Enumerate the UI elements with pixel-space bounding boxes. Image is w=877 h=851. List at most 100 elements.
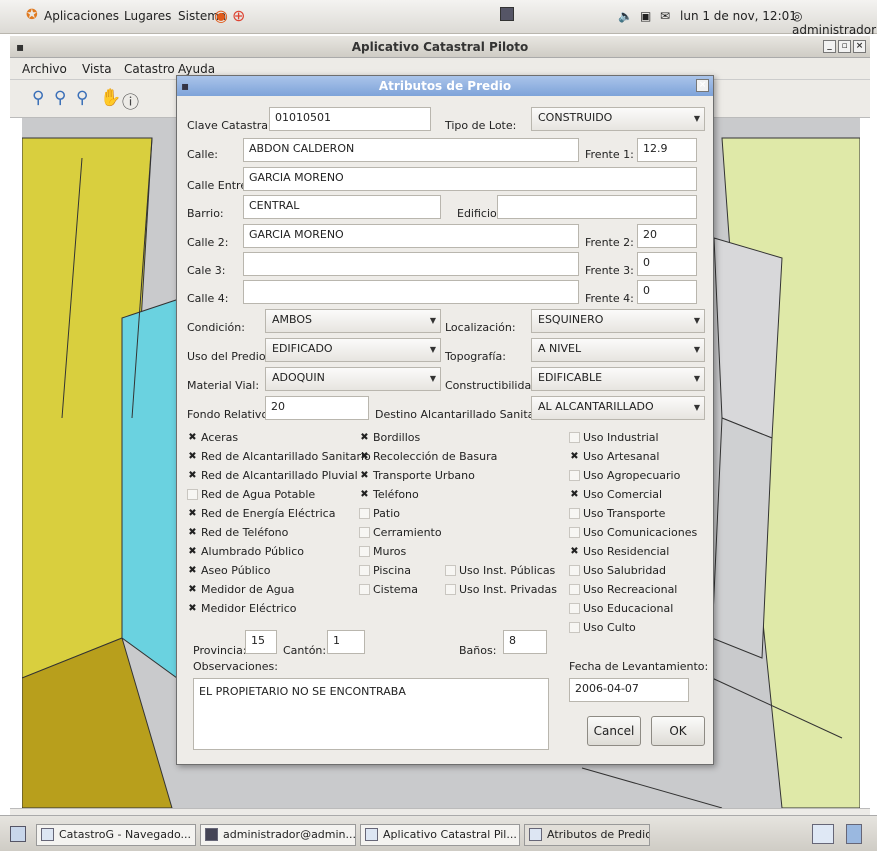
frente4-input[interactable]: 0 <box>637 280 697 304</box>
menu-ayuda[interactable]: Ayuda <box>178 62 215 76</box>
checkbox-uso-educacional[interactable]: Uso Educacional <box>569 601 673 617</box>
terminal-icon[interactable] <box>500 7 514 21</box>
frente1-input[interactable]: 12.9 <box>637 138 697 162</box>
menu-lugares[interactable]: Lugares <box>124 9 171 23</box>
fondo-relativo-input[interactable]: 20 <box>265 396 369 420</box>
provincia-input[interactable]: 15 <box>245 630 277 654</box>
checkbox-red-de-alcantarillado-sanitario[interactable]: ✖ Red de Alcantarillado Sanitario <box>187 449 371 465</box>
banos-input[interactable]: 8 <box>503 630 547 654</box>
trash-icon[interactable] <box>846 824 862 844</box>
dialog-menu-icon[interactable]: ▪ <box>181 76 189 96</box>
task-terminal[interactable]: administrador@admin... <box>200 824 356 846</box>
frente3-input[interactable]: 0 <box>637 252 697 276</box>
checkbox-medidor-eléctrico[interactable]: ✖ Medidor Eléctrico <box>187 601 296 617</box>
checkbox-uso-recreacional[interactable]: Uso Recreacional <box>569 582 677 598</box>
firefox-icon[interactable]: ◉ <box>214 6 228 25</box>
menu-catastro[interactable]: Catastro <box>124 62 175 76</box>
window-menu-icon[interactable]: ▪ <box>16 36 24 58</box>
pan-icon[interactable]: ✋ <box>100 88 121 108</box>
cancel-button[interactable]: Cancel <box>587 716 641 746</box>
workspace-switcher[interactable] <box>812 824 834 844</box>
clave-catastral-input[interactable]: 01010501 <box>269 107 431 131</box>
checkbox-uso-comercial[interactable]: ✖ Uso Comercial <box>569 487 662 503</box>
checkbox-red-de-agua-potable[interactable]: Red de Agua Potable <box>187 487 315 503</box>
checkmark-icon: ✖ <box>570 546 579 557</box>
zoom-out-icon[interactable]: ⚲ <box>54 88 66 108</box>
constructibilidad-select[interactable]: EDIFICABLE ▼ <box>531 367 705 391</box>
label-destino-alcantarillado: Destino Alcantarillado Sanitario: <box>375 408 553 421</box>
checkbox-teléfono[interactable]: ✖ Teléfono <box>359 487 418 503</box>
task-catastrog[interactable]: CatastroG - Navegado... <box>36 824 196 846</box>
tipo-lote-select[interactable]: CONSTRUIDO ▼ <box>531 107 705 131</box>
help-icon[interactable]: ⊕ <box>232 6 245 25</box>
topografia-select[interactable]: A NIVEL ▼ <box>531 338 705 362</box>
calle2-input[interactable]: GARCIA MORENO <box>243 224 579 248</box>
checkmark-icon: ✖ <box>188 565 197 576</box>
edificio-input[interactable] <box>497 195 697 219</box>
menu-vista[interactable]: Vista <box>82 62 112 76</box>
ok-button[interactable]: OK <box>651 716 705 746</box>
checkbox-label: Uso Inst. Públicas <box>459 564 556 577</box>
clock[interactable]: lun 1 de nov, 12:01 <box>680 9 797 23</box>
checkbox-cerramiento[interactable]: Cerramiento <box>359 525 442 541</box>
calle-entre-input[interactable]: GARCIA MORENO <box>243 167 697 191</box>
maximize-button[interactable]: ▫ <box>838 40 851 53</box>
checkbox-aseo-público[interactable]: ✖ Aseo Público <box>187 563 270 579</box>
canton-input[interactable]: 1 <box>327 630 365 654</box>
localizacion-select[interactable]: ESQUINERO ▼ <box>531 309 705 333</box>
checkbox-box <box>359 508 370 519</box>
barrio-input[interactable]: CENTRAL <box>243 195 441 219</box>
close-button[interactable]: × <box>853 40 866 53</box>
show-desktop-icon[interactable] <box>10 826 26 842</box>
network-icon[interactable]: ▣ <box>640 9 651 23</box>
checkbox-piscina[interactable]: Piscina <box>359 563 411 579</box>
calle-input[interactable]: ABDON CALDERON <box>243 138 579 162</box>
condicion-select[interactable]: AMBOS ▼ <box>265 309 441 333</box>
checkbox-muros[interactable]: Muros <box>359 544 406 560</box>
task-aplicativo[interactable]: Aplicativo Catastral Pil... <box>360 824 520 846</box>
checkbox-uso-comunicaciones[interactable]: Uso Comunicaciones <box>569 525 697 541</box>
minimize-button[interactable]: _ <box>823 40 836 53</box>
task-atributos[interactable]: Atributos de Predio <box>524 824 650 846</box>
checkbox-alumbrado-público[interactable]: ✖ Alumbrado Público <box>187 544 304 560</box>
menu-aplicaciones[interactable]: Aplicaciones <box>44 9 119 23</box>
calle4-input[interactable] <box>243 280 579 304</box>
checkbox-red-de-alcantarillado-pluvial[interactable]: ✖ Red de Alcantarillado Pluvial <box>187 468 357 484</box>
checkbox-recolección-de-basura[interactable]: ✖ Recolección de Basura <box>359 449 497 465</box>
checkbox-uso-transporte[interactable]: Uso Transporte <box>569 506 665 522</box>
checkbox-uso-industrial[interactable]: Uso Industrial <box>569 430 659 446</box>
observaciones-textarea[interactable]: EL PROPIETARIO NO SE ENCONTRABA <box>193 678 549 750</box>
checkbox-uso-salubridad[interactable]: Uso Salubridad <box>569 563 666 579</box>
fecha-levantamiento-input[interactable]: 2006-04-07 <box>569 678 689 702</box>
checkbox-uso-inst-privadas[interactable]: Uso Inst. Privadas <box>445 582 557 598</box>
frente2-input[interactable]: 20 <box>637 224 697 248</box>
calle3-input[interactable] <box>243 252 579 276</box>
checkbox-red-de-teléfono[interactable]: ✖ Red de Teléfono <box>187 525 288 541</box>
destino-alcantarillado-select[interactable]: AL ALCANTARILLADO ▼ <box>531 396 705 420</box>
checkbox-label: Red de Energía Eléctrica <box>201 507 336 520</box>
checkbox-bordillos[interactable]: ✖ Bordillos <box>359 430 420 446</box>
checkbox-uso-artesanal[interactable]: ✖ Uso Artesanal <box>569 449 659 465</box>
checkbox-uso-inst-públicas[interactable]: Uso Inst. Públicas <box>445 563 555 579</box>
checkbox-patio[interactable]: Patio <box>359 506 400 522</box>
checkbox-uso-residencial[interactable]: ✖ Uso Residencial <box>569 544 669 560</box>
info-icon[interactable]: ⓘ <box>122 88 139 113</box>
checkbox-label: Piscina <box>373 564 411 577</box>
menu-archivo[interactable]: Archivo <box>22 62 67 76</box>
volume-icon[interactable]: 🔈 <box>618 9 633 23</box>
checkbox-cistema[interactable]: Cistema <box>359 582 418 598</box>
dialog-titlebar[interactable]: ▪ Atributos de Predio × <box>177 76 713 96</box>
mail-icon[interactable]: ✉ <box>660 9 670 23</box>
uso-predio-select[interactable]: EDIFICADO ▼ <box>265 338 441 362</box>
user-menu[interactable]: ◎ administrador <box>792 9 877 37</box>
zoom-extent-icon[interactable]: ⚲ <box>76 88 88 108</box>
checkbox-uso-culto[interactable]: Uso Culto <box>569 620 636 636</box>
checkbox-medidor-de-agua[interactable]: ✖ Medidor de Agua <box>187 582 294 598</box>
checkbox-uso-agropecuario[interactable]: Uso Agropecuario <box>569 468 680 484</box>
checkbox-red-de-energía-eléctrica[interactable]: ✖ Red de Energía Eléctrica <box>187 506 335 522</box>
checkbox-aceras[interactable]: ✖ Aceras <box>187 430 238 446</box>
checkbox-transporte-urbano[interactable]: ✖ Transporte Urbano <box>359 468 475 484</box>
zoom-in-icon[interactable]: ⚲ <box>32 88 44 108</box>
dialog-close-button[interactable]: × <box>696 79 709 92</box>
material-vial-select[interactable]: ADOQUIN ▼ <box>265 367 441 391</box>
